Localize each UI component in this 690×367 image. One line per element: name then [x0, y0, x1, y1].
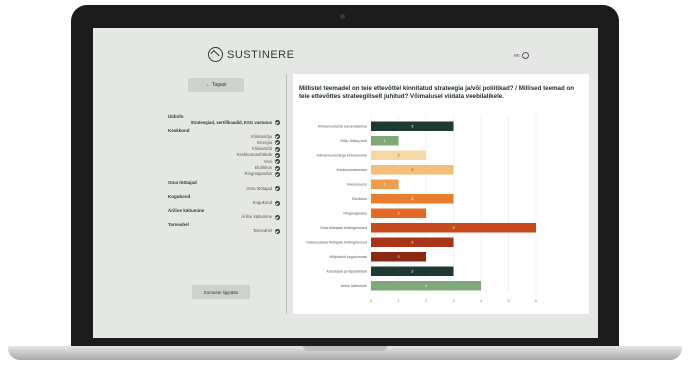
bar-value-label: 3 [411, 125, 413, 129]
category-label: Elurikkus [352, 197, 367, 201]
sidebar-item[interactable]: Ringmajandus [168, 171, 280, 177]
laptop-base [8, 346, 682, 360]
logo[interactable]: SUSTINERE [208, 47, 294, 62]
x-tick-label: 1 [397, 299, 399, 303]
logo-icon [208, 47, 223, 62]
check-icon [275, 165, 280, 171]
check-icon [275, 214, 280, 220]
bar-value-label: 9 [452, 226, 454, 230]
category-label: Mõju õhkkq vesi [341, 139, 368, 143]
bar-value-label: 4 [425, 284, 427, 288]
sidebar-item[interactable]: Kogukond [168, 200, 280, 206]
sidebar-section-title: Oma töötajad [168, 179, 197, 185]
bar-value-label: 3 [411, 270, 413, 274]
section-nav: Üldinfo Strateegiad, sertifikaadid, ESG v… [168, 112, 280, 235]
check-icon [275, 171, 280, 177]
webcam [340, 14, 345, 19]
x-tick-label: 3 [452, 299, 454, 303]
check-icon [275, 140, 280, 146]
x-tick-label: 4 [480, 299, 482, 303]
category-label: Kliimamuutustega kohanemine [317, 154, 367, 158]
category-label: Ärilne käitumine [341, 284, 367, 288]
sidebar-section-title: Keskkond [168, 127, 190, 133]
bar-value-label: 1 [384, 183, 386, 187]
check-icon [275, 120, 280, 126]
chart-panel: Millistel teemadel on teie ettevõttel ki… [293, 74, 589, 314]
sidebar-item[interactable]: Strateegiad, sertifikaadid, ESG vastutus [168, 120, 280, 126]
check-icon [275, 146, 280, 152]
check-icon [275, 159, 280, 165]
sidebar-item[interactable]: Tarneahel [168, 228, 280, 235]
bar-value-label: 2 [397, 154, 399, 158]
sidebar-section-title: Üldinfo [168, 114, 184, 119]
sidebar-item[interactable]: Oma töötajad [168, 186, 280, 192]
bar-value-label: 3 [411, 197, 413, 201]
bar-value-label: 2 [397, 255, 399, 259]
sidebar-item-label: Strateegiad, sertifikaadid, ESG vastutus [190, 120, 272, 125]
language-switcher[interactable]: en [514, 52, 529, 59]
back-button[interactable]: ← Tagasi [188, 78, 244, 92]
x-tick-label: 2 [425, 299, 427, 303]
category-label: Mõjutatud kogukonnad [330, 255, 367, 259]
summary-button[interactable]: Esmaste ligipääs [192, 285, 250, 299]
category-label: Keskkonnareostus [337, 168, 367, 172]
sidebar-item-label: Ärilne käitumine [241, 214, 272, 220]
brand-name: SUSTINERE [227, 48, 295, 61]
sidebar-section-title: Tarneahel [168, 222, 189, 228]
bar-value-label: 3 [411, 168, 413, 172]
bar-value-label: 3 [411, 241, 413, 245]
x-tick-label: 6 [535, 299, 537, 303]
category-label: Kliimamuutuste leevendamine [318, 125, 367, 129]
category-label: Oma töötajate töötingimused [320, 226, 367, 230]
x-tick-label: 5 [507, 299, 509, 303]
app-screen: SUSTINERE en ← Tagasi Üldinfo Strateegiad… [93, 28, 598, 338]
check-icon [275, 229, 280, 235]
bar-chart: 0 1 2 3 4 5 6 Kliimamuutuste leevendamine 3 Mõju … [306, 115, 537, 303]
check-icon [275, 186, 280, 192]
sidebar-section-title: Äriline käitumine [168, 208, 205, 214]
sidebar-item-label: Oma töötajad [246, 185, 272, 191]
sidebar-item-label: Ringmajandus [244, 171, 272, 177]
x-tick-label: 0 [370, 299, 372, 303]
category-label: Kasutajad ja lõpptarbijad [327, 270, 367, 274]
sidebar-item-label: Kogukond [252, 199, 272, 205]
category-label: Väärtusahela töötajate töötingimused [306, 241, 367, 245]
category-label: Ringmajandus [343, 212, 367, 216]
check-icon [275, 200, 280, 206]
bar-value-label: 1 [384, 139, 386, 143]
check-icon [275, 134, 280, 140]
category-label: Veeressurss [347, 183, 367, 187]
laptop-frame: SUSTINERE en ← Tagasi Üldinfo Strateegiad… [71, 5, 619, 350]
sidebar-item[interactable]: Ärilne käitumine [168, 214, 280, 220]
sidebar-section-title: Kogukond [168, 193, 191, 199]
sidebar-divider [286, 74, 287, 314]
language-label: en [514, 52, 520, 59]
check-icon [275, 153, 280, 159]
laptop-notch [303, 346, 387, 351]
bar-value-label: 2 [397, 212, 399, 216]
globe-icon [521, 52, 529, 59]
sidebar-item-label: Tarneahel [253, 228, 272, 234]
